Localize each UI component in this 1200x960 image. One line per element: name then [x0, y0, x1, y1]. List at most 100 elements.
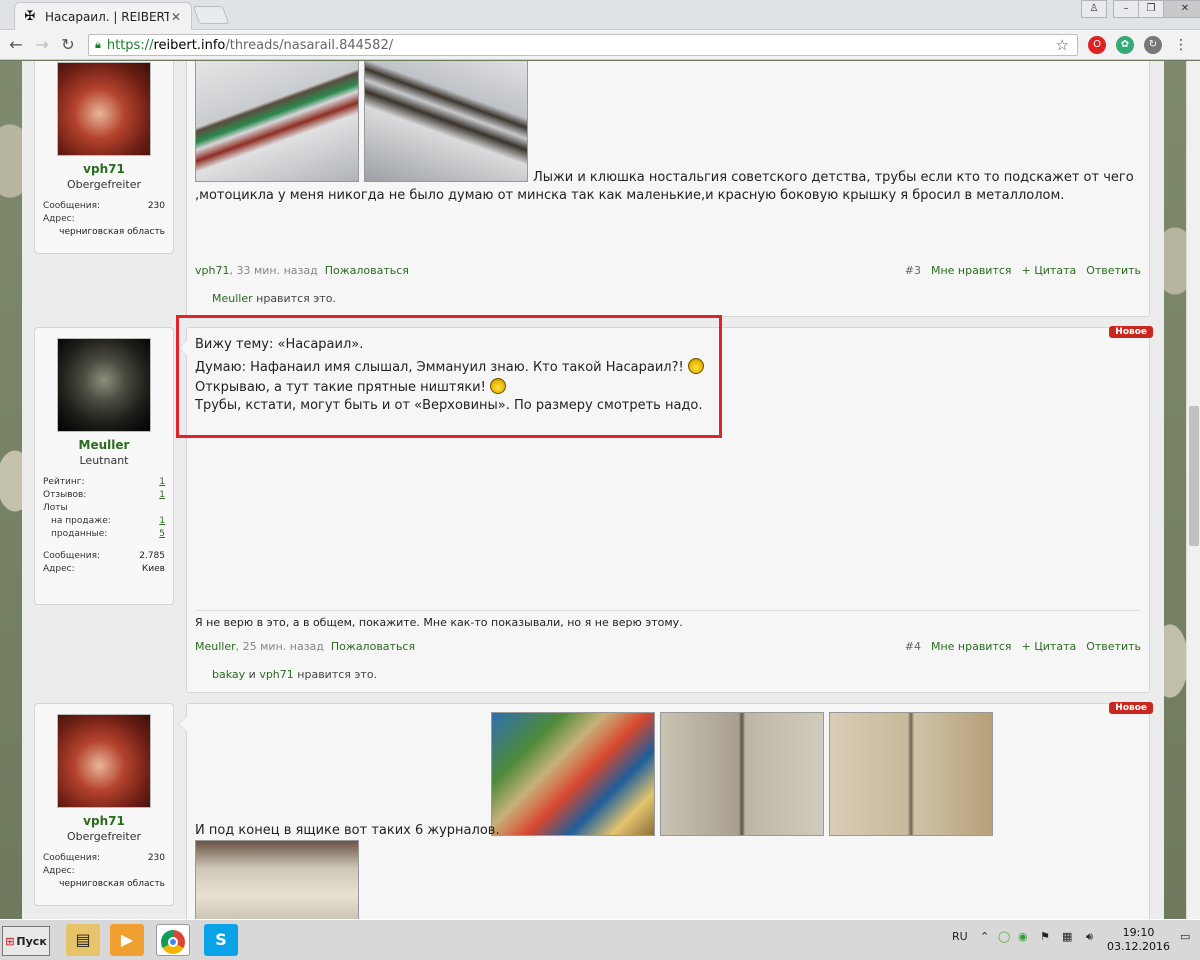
post-number[interactable]: #3	[905, 264, 921, 277]
photo-aircraft-pages[interactable]	[829, 712, 993, 836]
sync-extension-icon[interactable]: ↻	[1144, 36, 1162, 54]
photo-skis[interactable]	[195, 61, 359, 182]
tray-antivirus-icon[interactable]: ◉	[1018, 930, 1028, 943]
network-icon[interactable]: ▦	[1062, 930, 1072, 943]
stat-messages: Сообщения: 230	[43, 201, 165, 211]
user-card-vph71: vph71 Obergefreiter Сообщения: 230 Адрес:…	[34, 61, 174, 254]
file-explorer-icon[interactable]: ▤	[66, 924, 100, 956]
avatar[interactable]	[57, 62, 151, 156]
stat-messages: Сообщения: 2.785	[43, 551, 165, 561]
reply-link[interactable]: Ответить	[1086, 264, 1141, 277]
stat-address: черниговская область	[59, 879, 165, 889]
tab-close-icon[interactable]: ✕	[169, 10, 183, 24]
show-desktop-button[interactable]: ▭	[1180, 930, 1190, 943]
photo-magazines-covers[interactable]	[491, 712, 655, 836]
maximize-button[interactable]: ❐	[1138, 0, 1164, 18]
highlight-box	[176, 315, 722, 438]
stat-sold: проданные: 5	[51, 529, 165, 539]
user-name[interactable]: Meuller	[35, 438, 173, 452]
signature: Я не верю в это, а в общем, покажите. Мн…	[195, 616, 683, 629]
user-name[interactable]: vph71	[35, 162, 173, 176]
iron-cross-favicon-icon: ✠	[24, 8, 36, 24]
tab-strip: ✠ Насараил. | REIBERT.info ✕ ♙ – ❐ ✕	[0, 0, 1200, 30]
chrome-icon[interactable]	[156, 924, 190, 956]
close-window-button[interactable]: ✕	[1163, 0, 1200, 18]
stat-address-label: Адрес:	[43, 214, 75, 224]
meta-user[interactable]: Meuller	[195, 640, 236, 653]
clock[interactable]: 19:10 03.12.2016	[1107, 926, 1170, 954]
forward-arrow-icon[interactable]: →	[32, 35, 52, 55]
photo-magazine-pages[interactable]	[660, 712, 824, 836]
avatar[interactable]	[57, 338, 151, 432]
report-link[interactable]: Пожаловаться	[325, 264, 409, 277]
post-3: Лыжи и клюшка ностальгия советского детс…	[186, 61, 1150, 317]
new-badge: Новое	[1109, 326, 1153, 338]
menu-icon[interactable]: ⋮	[1172, 36, 1190, 54]
stat-messages: Сообщения: 230	[43, 853, 165, 863]
language-indicator[interactable]: RU	[952, 930, 968, 943]
puzzle-extension-icon[interactable]: ✿	[1116, 36, 1134, 54]
vertical-scrollbar[interactable]	[1186, 61, 1200, 919]
thread-container: vph71 Obergefreiter Сообщения: 230 Адрес:…	[22, 61, 1164, 919]
avatar[interactable]	[57, 714, 151, 808]
show-hidden-icons-icon[interactable]: ⌃	[980, 930, 989, 943]
skype-icon[interactable]: S	[204, 924, 238, 956]
clock-date: 03.12.2016	[1107, 940, 1170, 953]
scrollbar-thumb[interactable]	[1189, 406, 1199, 546]
stat-reviews: Отзывов: 1	[43, 490, 165, 500]
browser-toolbar: ← → ↻ 🔒︎ https:// reibert.info /threads/…	[0, 30, 1200, 60]
user-title: Obergefreiter	[66, 178, 142, 191]
stat-address: Адрес: Киев	[43, 564, 165, 574]
signature-divider	[195, 610, 1141, 611]
page-viewport: vph71 Obergefreiter Сообщения: 230 Адрес:…	[0, 61, 1186, 919]
browser-tab[interactable]: ✠ Насараил. | REIBERT.info ✕	[14, 2, 192, 30]
quote-link[interactable]: + Цитата	[1022, 264, 1077, 277]
reload-icon[interactable]: ↻	[58, 35, 78, 55]
start-button[interactable]: ⊞ Пуск	[2, 926, 50, 956]
post-text-line2: ,мотоцикла у меня никогда не было думаю …	[195, 188, 1065, 203]
tray-app-icon[interactable]: ◯	[998, 930, 1010, 943]
photo-pipes[interactable]	[364, 61, 528, 182]
meta-time[interactable]: 33 мин. назад	[236, 264, 317, 277]
likes-summary: bakay и vph71 нравится это.	[212, 668, 378, 681]
photo-open-magazine[interactable]	[195, 840, 359, 919]
address-bar[interactable]: 🔒︎ https:// reibert.info /threads/nasara…	[88, 34, 1078, 56]
media-player-icon[interactable]: ▶	[110, 924, 144, 956]
stat-lots: Лоты	[43, 503, 68, 513]
like-user[interactable]: bakay	[212, 668, 245, 681]
user-name[interactable]: vph71	[35, 814, 173, 828]
bookmark-star-icon[interactable]: ☆	[1056, 36, 1069, 54]
post-number[interactable]: #4	[905, 640, 921, 653]
post-5: Новое И под конец в ящике вот таких 6 жу…	[178, 702, 1153, 919]
tab-title: Насараил. | REIBERT.info	[45, 9, 169, 24]
clock-time: 19:10	[1122, 926, 1155, 939]
meta-time[interactable]: 25 мин. назад	[243, 640, 324, 653]
back-arrow-icon[interactable]: ←	[6, 35, 26, 55]
user-title: Leutnant	[79, 454, 129, 467]
post-pointer	[178, 716, 187, 732]
report-link[interactable]: Пожаловаться	[331, 640, 415, 653]
action-center-flag-icon[interactable]: ⚑	[1040, 930, 1050, 943]
volume-icon[interactable]: 🔊︎	[1086, 930, 1093, 944]
post-text-line1: Лыжи и клюшка ностальгия советского детс…	[533, 170, 1134, 185]
user-title: Obergefreiter	[66, 830, 142, 843]
post-meta: vph71, 33 мин. назад Пожаловаться	[195, 264, 409, 277]
like-user[interactable]: Meuller	[212, 292, 253, 305]
meta-user[interactable]: vph71	[195, 264, 229, 277]
stat-rating: Рейтинг: 1	[43, 477, 165, 487]
new-tab-button[interactable]	[192, 6, 230, 24]
reply-link[interactable]: Ответить	[1086, 640, 1141, 653]
url-scheme: https://	[106, 37, 154, 53]
minimize-button[interactable]: –	[1113, 0, 1139, 18]
like-user[interactable]: vph71	[259, 668, 293, 681]
like-link[interactable]: Мне нравится	[931, 264, 1012, 277]
window-controls: ♙ – ❐ ✕	[1081, 0, 1200, 18]
post-actions: #4 Мне нравится + Цитата Ответить	[905, 640, 1141, 653]
url-path: /threads/nasarail.844582/	[225, 37, 394, 53]
quote-link[interactable]: + Цитата	[1022, 640, 1077, 653]
opera-extension-icon[interactable]: O	[1088, 36, 1106, 54]
lock-icon: 🔒︎	[95, 38, 101, 51]
user-icon[interactable]: ♙	[1081, 0, 1107, 18]
like-link[interactable]: Мне нравится	[931, 640, 1012, 653]
user-card-meuller: Meuller Leutnant Рейтинг: 1 Отзывов: 1 Лот…	[34, 327, 174, 605]
